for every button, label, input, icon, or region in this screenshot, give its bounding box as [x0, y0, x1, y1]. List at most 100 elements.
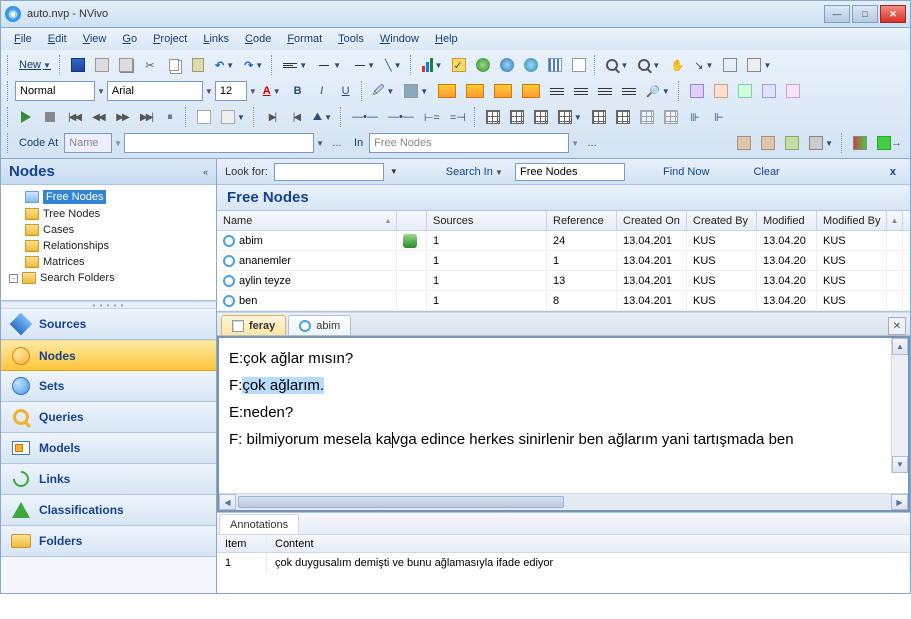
detail-tab-feray[interactable]: feray: [221, 315, 286, 335]
clip-icon-1[interactable]: [193, 106, 215, 128]
font-combo[interactable]: [107, 81, 203, 101]
nav-section-sources[interactable]: Sources: [1, 309, 216, 340]
col-header[interactable]: [397, 211, 427, 230]
scroll-right-icon[interactable]: ▶: [891, 494, 908, 510]
horizontal-scrollbar[interactable]: ◀ ▶: [219, 493, 908, 510]
findnow-button[interactable]: Find Now: [657, 166, 715, 178]
tree-item-cases[interactable]: Cases: [7, 222, 210, 238]
align-right-icon[interactable]: ▼: [347, 54, 379, 76]
italic-icon[interactable]: I: [311, 80, 333, 102]
menu-file[interactable]: File: [7, 31, 39, 47]
paste-icon[interactable]: [187, 54, 209, 76]
zoom-fit-icon[interactable]: [719, 54, 741, 76]
vol-icon-1[interactable]: ⊢=: [420, 106, 444, 128]
table-scroll-up[interactable]: ▲: [887, 211, 903, 230]
forward-icon[interactable]: ▶▶: [111, 106, 133, 128]
scope-input[interactable]: [515, 163, 625, 181]
table-7-icon[interactable]: [636, 106, 658, 128]
maximize-button[interactable]: □: [852, 5, 878, 23]
chart-icon[interactable]: ▼: [418, 54, 447, 76]
nav-section-queries[interactable]: Queries: [1, 402, 216, 433]
menu-links[interactable]: Links: [196, 31, 236, 47]
skip-end-icon[interactable]: ▶▶|: [135, 106, 157, 128]
world-icon[interactable]: [520, 54, 542, 76]
clip-icon-2[interactable]: ▼: [217, 106, 249, 128]
doc-icon[interactable]: [568, 54, 590, 76]
hand-icon[interactable]: ✋: [666, 54, 688, 76]
redo-icon[interactable]: ↷▼: [240, 54, 267, 76]
find-icon[interactable]: 🔎▼: [642, 80, 674, 102]
line-icon[interactable]: ╲▼: [381, 54, 406, 76]
checkbox-icon[interactable]: ✓: [448, 54, 470, 76]
col-header[interactable]: Modified By: [817, 211, 887, 230]
table-row[interactable]: aylin teyze11313.04.201KUS13.04.20KUS: [217, 271, 910, 291]
copy-icon[interactable]: [163, 54, 185, 76]
nav-section-classifications[interactable]: Classifications: [1, 495, 216, 526]
justify-right-icon[interactable]: [490, 80, 516, 102]
indent-icon[interactable]: [570, 80, 592, 102]
document-text[interactable]: E:çok ağlar mısın?F:çok ağlarım.E:neden?…: [219, 338, 908, 493]
rewind-icon[interactable]: ◀◀: [87, 106, 109, 128]
table-5-icon[interactable]: [588, 106, 610, 128]
nav-collapse-icon[interactable]: «: [203, 167, 208, 177]
lookfor-input[interactable]: [274, 163, 384, 181]
underline-icon[interactable]: U: [335, 80, 357, 102]
zoom-out-icon[interactable]: ▼: [634, 54, 664, 76]
searchin-button[interactable]: Search In: [440, 166, 509, 178]
annotations-tab[interactable]: Annotations: [219, 514, 299, 534]
clear-button[interactable]: Clear: [747, 166, 785, 178]
layout-icon[interactable]: ▼: [743, 54, 775, 76]
menu-tools[interactable]: Tools: [331, 31, 371, 47]
columns-icon[interactable]: [544, 54, 566, 76]
bold-icon[interactable]: B: [287, 80, 309, 102]
table-1-icon[interactable]: [482, 106, 504, 128]
minimize-button[interactable]: —: [824, 5, 850, 23]
slider-icon-1[interactable]: —•—: [348, 106, 382, 128]
nav-section-models[interactable]: Models: [1, 433, 216, 464]
prev-clip-icon[interactable]: ▶|: [261, 106, 283, 128]
table-row[interactable]: ananemler1113.04.201KUS13.04.20KUS: [217, 251, 910, 271]
table-3-icon[interactable]: [530, 106, 552, 128]
code-action-1[interactable]: [733, 132, 755, 154]
slider-icon-2[interactable]: —•—: [384, 106, 418, 128]
undo-icon[interactable]: ↶▼: [211, 54, 238, 76]
rec-pause-icon[interactable]: ⏸: [159, 106, 181, 128]
speed-icon[interactable]: ⛰▼: [309, 106, 336, 128]
table-row[interactable]: abim12413.04.201KUS13.04.20KUS: [217, 231, 910, 251]
menu-window[interactable]: Window: [373, 31, 426, 47]
print-preview-icon[interactable]: [115, 54, 137, 76]
scroll-up-icon[interactable]: ▲: [892, 338, 908, 355]
font-size-combo[interactable]: [215, 81, 247, 101]
nav-section-nodes[interactable]: Nodes: [1, 340, 216, 371]
bullet-list-icon[interactable]: [594, 80, 616, 102]
highlight-color-icon[interactable]: 🖉▼: [369, 80, 399, 102]
in-field[interactable]: [369, 133, 569, 153]
menu-code[interactable]: Code: [238, 31, 278, 47]
cut-icon[interactable]: ✂: [139, 54, 161, 76]
table-row[interactable]: ben1813.04.201KUS13.04.20KUS: [217, 291, 910, 311]
detail-tab-abim[interactable]: abim: [288, 315, 351, 335]
justify-center-icon[interactable]: [462, 80, 488, 102]
in-dots-button[interactable]: ...: [581, 132, 603, 154]
code-icon-3[interactable]: [734, 80, 756, 102]
save-icon[interactable]: [67, 54, 89, 76]
expander-icon[interactable]: -: [9, 274, 18, 283]
code-action-4[interactable]: ▼: [805, 132, 837, 154]
tree-item-tree-nodes[interactable]: Tree Nodes: [7, 206, 210, 222]
align-left-icon[interactable]: ▼: [279, 54, 311, 76]
stop-icon[interactable]: [39, 106, 61, 128]
code-arrow-icon[interactable]: →: [873, 132, 906, 154]
nav-section-folders[interactable]: Folders: [1, 526, 216, 557]
outdent-icon[interactable]: [546, 80, 568, 102]
col-header[interactable]: Reference: [547, 211, 617, 230]
annotation-row[interactable]: 1çok duygusalım demişti ve bunu ağlaması…: [217, 553, 910, 573]
tree-item-free-nodes[interactable]: Free Nodes: [7, 188, 210, 206]
nav-splitter[interactable]: • • • • •: [1, 301, 216, 309]
table-8-icon[interactable]: [660, 106, 682, 128]
nav-section-sets[interactable]: Sets: [1, 371, 216, 402]
menu-help[interactable]: Help: [428, 31, 465, 47]
menu-edit[interactable]: Edit: [41, 31, 74, 47]
col-header[interactable]: Created On: [617, 211, 687, 230]
table-4-icon[interactable]: ▼: [554, 106, 586, 128]
lookfor-close-button[interactable]: x: [884, 166, 902, 178]
